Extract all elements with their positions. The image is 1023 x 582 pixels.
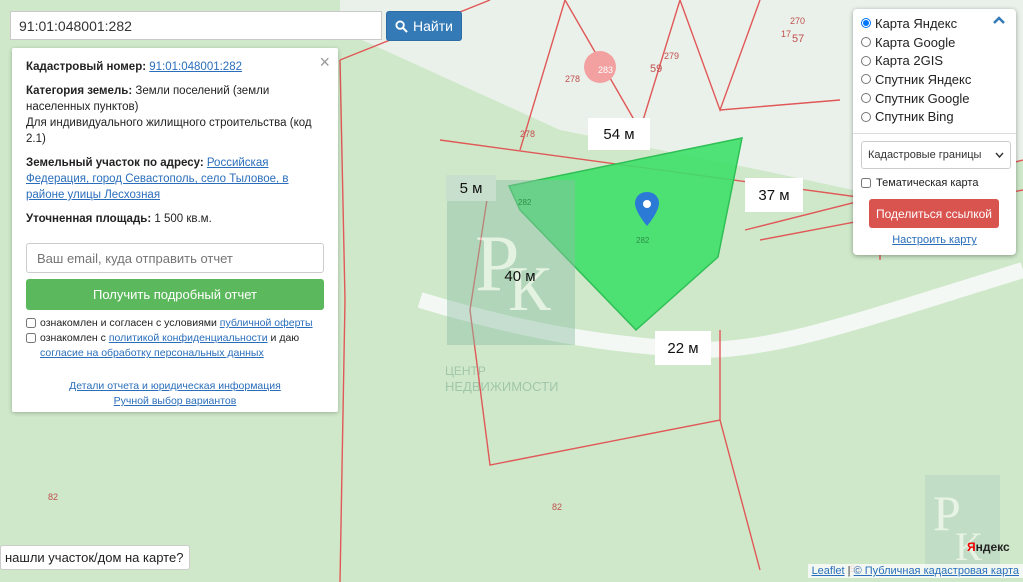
thematic-map-label: Тематическая карта xyxy=(876,177,979,190)
search-icon xyxy=(395,19,408,33)
parcel-number: 82 xyxy=(552,502,562,512)
parcel-number: 282 xyxy=(518,198,532,207)
parcel-number: 282 xyxy=(636,236,650,245)
agree-privacy-checkbox[interactable] xyxy=(26,333,36,343)
parcel-number: 279 xyxy=(664,51,679,61)
layer-option[interactable]: Спутник Яндекс xyxy=(861,70,1008,89)
area-value: 1 500 кв.м. xyxy=(154,213,212,225)
parcel-number: 82 xyxy=(48,492,58,502)
agree-privacy-tail: и даю xyxy=(270,332,300,344)
parcel-info-panel: × Кадастровый номер: 91:01:048001:282 Ка… xyxy=(12,48,338,412)
leaflet-link[interactable]: Leaflet xyxy=(812,565,845,577)
layer-option[interactable]: Спутник Bing xyxy=(861,107,1008,126)
chevron-down-icon xyxy=(995,152,1004,159)
attribution-separator: | xyxy=(847,565,851,577)
chevron-up-icon[interactable] xyxy=(992,15,1006,25)
map-attribution: Leaflet | © Публичная кадастровая карта xyxy=(807,564,1023,578)
usage-text: Для индивидуального жилищного строительс… xyxy=(26,117,312,145)
overlay-select-value: Кадастровые границы xyxy=(868,149,982,162)
found-parcel-tip[interactable]: нашли участок/дом на карте? xyxy=(0,545,191,570)
parcel-number: 57 xyxy=(792,33,804,45)
category-label: Категория земель: xyxy=(26,85,133,97)
watermark-text-1: ЦЕНТР xyxy=(445,364,486,378)
layer-option[interactable]: Карта Яндекс xyxy=(861,14,1008,33)
layer-option[interactable]: Карта Google xyxy=(861,33,1008,52)
thematic-map-row: Тематическая карта xyxy=(861,177,1008,189)
configure-map-link[interactable]: Настроить карту xyxy=(892,234,977,246)
layer-option[interactable]: Карта 2GIS xyxy=(861,51,1008,70)
layer-option[interactable]: Спутник Google xyxy=(861,89,1008,108)
area-label: Уточненная площадь: xyxy=(26,213,152,225)
agree-offer-checkbox[interactable] xyxy=(26,318,36,328)
address-label: Земельный участок по адресу: xyxy=(26,157,204,169)
search-field-wrapper xyxy=(10,11,382,40)
cad-number-label: Кадастровый номер: xyxy=(26,61,147,73)
watermark-corner: Р К xyxy=(925,475,1000,570)
agree-offer-row: ознакомлен и согласен с условиями публич… xyxy=(26,316,324,331)
layer-option-label: Карта 2GIS xyxy=(875,53,944,69)
layer-switcher-panel: Карта Яндекс Карта Google Карта 2GIS Спу… xyxy=(853,9,1016,255)
email-field[interactable] xyxy=(26,243,324,273)
parcel-number: 270 xyxy=(790,16,805,26)
yandex-logo: Яндекс xyxy=(967,540,1010,554)
agree-privacy-text: ознакомлен с xyxy=(40,332,106,344)
layer-radio[interactable] xyxy=(861,111,871,122)
layer-option-label: Карта Google xyxy=(875,34,956,50)
cadastral-map-link[interactable]: © Публичная кадастровая карта xyxy=(854,565,1019,577)
get-report-button[interactable]: Получить подробный отчет xyxy=(26,279,324,310)
consent-link[interactable]: согласие на обработку персональных данны… xyxy=(40,347,264,359)
overlay-select[interactable]: Кадастровые границы xyxy=(861,141,1011,170)
panel-links: Детали отчета и юридическая информация Р… xyxy=(26,379,324,409)
dim-label-bottom: 22 м xyxy=(655,331,711,365)
parcel-number: 278 xyxy=(565,74,580,84)
layer-radio[interactable] xyxy=(861,55,871,66)
parcel-number: 59 xyxy=(650,63,662,75)
search-button[interactable]: Найти xyxy=(386,11,462,41)
offer-link[interactable]: публичной оферты xyxy=(220,317,313,329)
share-link-button[interactable]: Поделиться ссылкой xyxy=(869,199,999,229)
search-button-label: Найти xyxy=(413,18,453,34)
search-input[interactable] xyxy=(11,12,381,39)
dim-label-top: 54 м xyxy=(588,118,650,150)
area-row: Уточненная площадь: 1 500 кв.м. xyxy=(26,211,324,227)
layer-options: Карта Яндекс Карта Google Карта 2GIS Спу… xyxy=(861,14,1008,126)
dim-label-right: 37 м xyxy=(745,178,803,212)
manual-select-link[interactable]: Ручной выбор вариантов xyxy=(26,394,324,409)
watermark-text-2: НЕДВИЖИМОСТИ xyxy=(445,379,558,394)
yandex-logo-first: Я xyxy=(967,540,976,554)
layer-option-label: Спутник Яндекс xyxy=(875,71,972,87)
layer-radio[interactable] xyxy=(861,74,871,85)
parcel-number: 278 xyxy=(520,129,535,139)
details-link[interactable]: Детали отчета и юридическая информация xyxy=(26,379,324,394)
close-icon[interactable]: × xyxy=(319,52,330,73)
thematic-map-checkbox[interactable] xyxy=(861,178,871,189)
agree-offer-text: ознакомлен и согласен с условиями xyxy=(40,317,217,329)
parcel-number: 283 xyxy=(598,65,613,75)
layer-option-label: Спутник Google xyxy=(875,90,970,106)
cad-number-link[interactable]: 91:01:048001:282 xyxy=(149,61,242,73)
dim-label-small: 5 м xyxy=(446,175,496,201)
agree-privacy-row: ознакомлен с политикой конфиденциальност… xyxy=(26,331,324,361)
layer-radio[interactable] xyxy=(861,18,871,29)
agreements: ознакомлен и согласен с условиями публич… xyxy=(26,316,324,361)
parcel-number: 17 xyxy=(781,29,791,39)
layer-radio[interactable] xyxy=(861,37,871,48)
privacy-link[interactable]: политикой конфиденциальности xyxy=(109,332,268,344)
yandex-logo-rest: ндекс xyxy=(975,540,1010,554)
address-row: Земельный участок по адресу: Российская … xyxy=(26,155,324,203)
layer-option-label: Спутник Bing xyxy=(875,109,954,125)
cad-number-row: Кадастровый номер: 91:01:048001:282 xyxy=(26,59,324,75)
layer-option-label: Карта Яндекс xyxy=(875,15,958,31)
divider xyxy=(853,133,1016,135)
dim-label-left: 40 м xyxy=(504,267,536,285)
category-row: Категория земель: Земли поселений (земли… xyxy=(26,83,324,115)
layer-radio[interactable] xyxy=(861,93,871,104)
